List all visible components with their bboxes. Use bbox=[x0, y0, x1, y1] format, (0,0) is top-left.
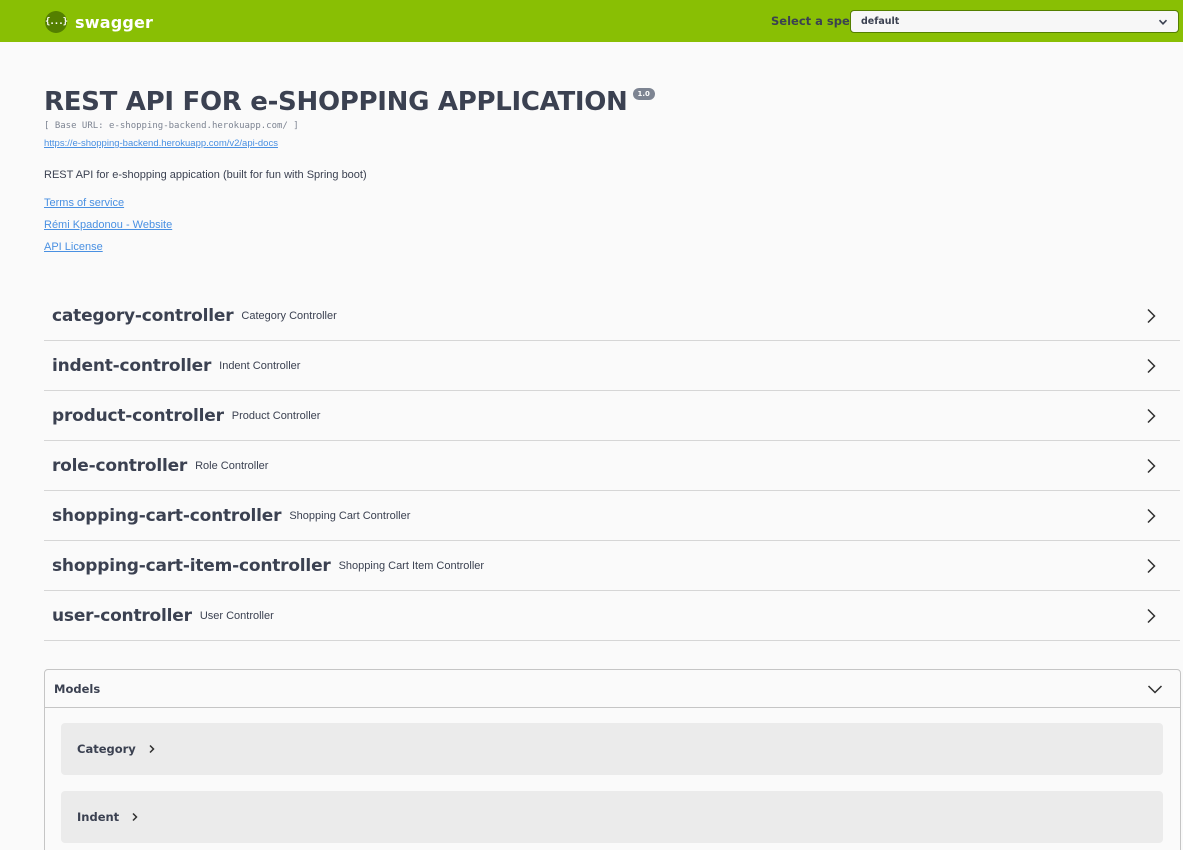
chevron-right-icon bbox=[1147, 558, 1156, 574]
controller-name: product-controller bbox=[52, 405, 224, 426]
models-header[interactable]: Models bbox=[45, 670, 1180, 708]
models-section: Models Category Indent bbox=[44, 669, 1181, 850]
controller-name: category-controller bbox=[52, 305, 234, 326]
model-item-category[interactable]: Category bbox=[61, 723, 1163, 775]
contact-website-link[interactable]: Rémi Kpadonou - Website bbox=[44, 219, 172, 231]
version-badge: 1.0 bbox=[632, 88, 655, 100]
swagger-logo-icon: {...} bbox=[45, 11, 68, 33]
swagger-logo-text: swagger bbox=[75, 12, 154, 32]
chevron-right-icon bbox=[1147, 308, 1156, 324]
chevron-right-icon bbox=[1147, 408, 1156, 424]
top-bar: {...} swagger Select a spec default bbox=[0, 0, 1183, 42]
controller-description: User Controller bbox=[199, 609, 274, 622]
controller-row-category[interactable]: category-controller Category Controller bbox=[44, 291, 1180, 341]
chevron-right-icon bbox=[1147, 358, 1156, 374]
models-title: Models bbox=[54, 681, 101, 696]
controller-description: Shopping Cart Controller bbox=[289, 509, 411, 522]
controller-row-shopping-cart-item[interactable]: shopping-cart-item-controller Shopping C… bbox=[44, 541, 1180, 591]
terms-of-service-link[interactable]: Terms of service bbox=[44, 197, 124, 209]
select-spec-label: Select a spec bbox=[771, 14, 857, 28]
controller-name: role-controller bbox=[52, 455, 188, 476]
chevron-right-icon bbox=[1147, 458, 1156, 474]
controller-name: shopping-cart-item-controller bbox=[52, 555, 331, 576]
controller-row-user[interactable]: user-controller User Controller bbox=[44, 591, 1180, 641]
chevron-right-icon bbox=[1147, 508, 1156, 524]
controller-name: shopping-cart-controller bbox=[52, 505, 282, 526]
api-license-link[interactable]: API License bbox=[44, 241, 103, 253]
api-title-block: REST API FOR e-SHOPPING APPLICATION 1.0 bbox=[44, 86, 655, 118]
swagger-logo[interactable]: {...} swagger bbox=[45, 10, 153, 34]
model-name: Category bbox=[77, 742, 136, 756]
chevron-down-icon bbox=[1158, 19, 1168, 25]
base-url: [ Base URL: e-shopping-backend.herokuapp… bbox=[44, 121, 299, 131]
controller-description: Shopping Cart Item Controller bbox=[338, 559, 485, 572]
chevron-down-icon bbox=[1147, 685, 1163, 694]
controller-description: Role Controller bbox=[195, 459, 269, 472]
controller-name: user-controller bbox=[52, 605, 192, 626]
controller-description: Product Controller bbox=[231, 409, 321, 422]
api-title: REST API FOR e-SHOPPING APPLICATION bbox=[44, 87, 628, 117]
api-docs-link[interactable]: https://e-shopping-backend.herokuapp.com… bbox=[44, 138, 278, 149]
api-description: REST API for e-shopping appication (buil… bbox=[44, 169, 367, 181]
model-name: Indent bbox=[77, 810, 120, 824]
controller-name: indent-controller bbox=[52, 355, 212, 376]
model-item-indent[interactable]: Indent bbox=[61, 791, 1163, 843]
controller-row-indent[interactable]: indent-controller Indent Controller bbox=[44, 341, 1180, 391]
controller-description: Category Controller bbox=[241, 309, 337, 322]
chevron-right-icon bbox=[1147, 608, 1156, 624]
spec-select[interactable]: default bbox=[850, 10, 1179, 33]
chevron-right-icon bbox=[132, 812, 138, 822]
controller-row-role[interactable]: role-controller Role Controller bbox=[44, 441, 1180, 491]
chevron-right-icon bbox=[149, 744, 155, 754]
controller-row-shopping-cart[interactable]: shopping-cart-controller Shopping Cart C… bbox=[44, 491, 1180, 541]
controller-row-product[interactable]: product-controller Product Controller bbox=[44, 391, 1180, 441]
spec-select-value: default bbox=[861, 16, 900, 27]
controller-description: Indent Controller bbox=[219, 359, 301, 372]
